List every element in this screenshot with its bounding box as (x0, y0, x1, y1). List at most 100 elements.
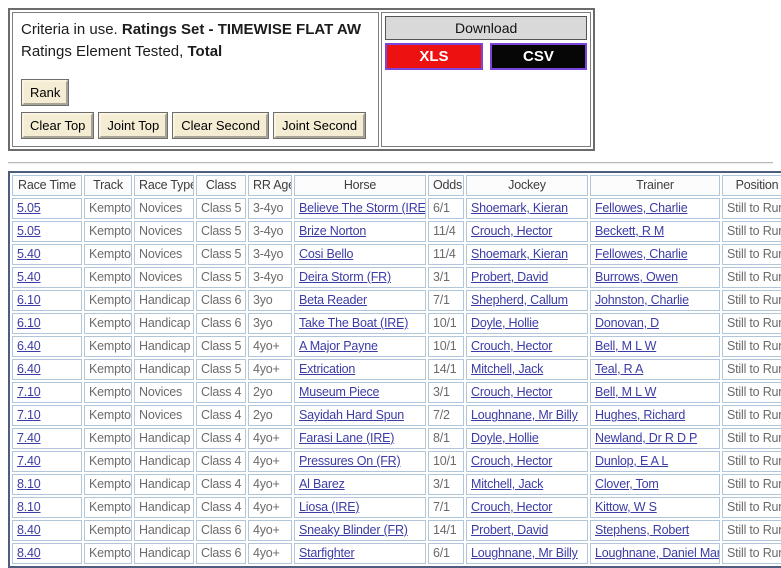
race-time-link[interactable]: 6.40 (17, 339, 41, 353)
jockey-link[interactable]: Shoemark, Kieran (471, 247, 568, 261)
trainer-link[interactable]: Beckett, R M (595, 224, 664, 238)
class-cell: Class 6 (196, 313, 246, 334)
track-cell: Kempton (84, 336, 132, 357)
horse-link[interactable]: Sneaky Blinder (FR) (299, 523, 408, 537)
criteria-line-2: Ratings Element Tested, Total (21, 41, 370, 63)
horse-link-cell: Sayidah Hard Spun (294, 405, 426, 426)
jockey-link[interactable]: Loughnane, Mr Billy (471, 546, 578, 560)
trainer-link[interactable]: Dunlop, E A L (595, 454, 668, 468)
race-time-link[interactable]: 7.40 (17, 454, 41, 468)
jockey-link[interactable]: Loughnane, Mr Billy (471, 408, 578, 422)
jockey-link[interactable]: Crouch, Hector (471, 339, 552, 353)
horse-link[interactable]: Museum Piece (299, 385, 379, 399)
horse-link[interactable]: Extrication (299, 362, 355, 376)
table-row: 6.10KemptonHandicapClass 63yoTake The Bo… (12, 313, 781, 334)
horse-link[interactable]: A Major Payne (299, 339, 378, 353)
race-time-link[interactable]: 7.40 (17, 431, 41, 445)
class-cell: Class 4 (196, 451, 246, 472)
jockey-link[interactable]: Probert, David (471, 270, 548, 284)
trainer-link[interactable]: Loughnane, Daniel Mark (595, 546, 720, 560)
download-buttons: XLS CSV (385, 43, 587, 70)
odds-cell: 10/1 (428, 313, 464, 334)
horse-link[interactable]: Believe The Storm (IRE) (299, 201, 426, 215)
jockey-link[interactable]: Shoemark, Kieran (471, 201, 568, 215)
trainer-link[interactable]: Fellowes, Charlie (595, 201, 687, 215)
rank-button[interactable]: Rank (22, 80, 68, 105)
horse-link[interactable]: Beta Reader (299, 293, 367, 307)
trainer-link[interactable]: Hughes, Richard (595, 408, 685, 422)
race-time-link[interactable]: 5.40 (17, 247, 41, 261)
horse-link[interactable]: Starfighter (299, 546, 354, 560)
race-time-link-cell: 6.40 (12, 359, 82, 380)
horse-link[interactable]: Farasi Lane (IRE) (299, 431, 394, 445)
table-row: 7.40KemptonHandicapClass 44yo+Pressures … (12, 451, 781, 472)
race-time-link-cell: 8.40 (12, 543, 82, 564)
trainer-link[interactable]: Stephens, Robert (595, 523, 689, 537)
trainer-link[interactable]: Teal, R A (595, 362, 643, 376)
horse-link[interactable]: Brize Norton (299, 224, 366, 238)
jockey-link[interactable]: Crouch, Hector (471, 454, 552, 468)
horse-link[interactable]: Deira Storm (FR) (299, 270, 391, 284)
jockey-link[interactable]: Mitchell, Jack (471, 477, 543, 491)
track-cell: Kempton (84, 474, 132, 495)
clear-second-button[interactable]: Clear Second (173, 113, 268, 138)
race-time-link[interactable]: 8.10 (17, 500, 41, 514)
race-time-link[interactable]: 7.10 (17, 408, 41, 422)
horse-link[interactable]: Cosi Bello (299, 247, 353, 261)
rr-age-cell: 3-4yo (248, 221, 292, 242)
clear-joint-button-row: Clear TopJoint TopClear SecondJoint Seco… (21, 113, 370, 138)
race-time-link[interactable]: 6.40 (17, 362, 41, 376)
trainer-link[interactable]: Burrows, Owen (595, 270, 678, 284)
race-time-link[interactable]: 6.10 (17, 293, 41, 307)
race-time-link[interactable]: 8.10 (17, 477, 41, 491)
race-time-link[interactable]: 7.10 (17, 385, 41, 399)
trainer-link[interactable]: Johnston, Charlie (595, 293, 689, 307)
jockey-link[interactable]: Mitchell, Jack (471, 362, 543, 376)
race-time-link[interactable]: 5.05 (17, 224, 41, 238)
trainer-link[interactable]: Fellowes, Charlie (595, 247, 687, 261)
rr-age-cell: 2yo (248, 382, 292, 403)
criteria-panel: Criteria in use. Ratings Set - TIMEWISE … (12, 12, 379, 147)
clear-top-button[interactable]: Clear Top (22, 113, 93, 138)
class-cell: Class 5 (196, 198, 246, 219)
horse-link[interactable]: Liosa (IRE) (299, 500, 359, 514)
trainer-link[interactable]: Bell, M L W (595, 339, 656, 353)
odds-cell: 14/1 (428, 359, 464, 380)
race-time-link[interactable]: 6.10 (17, 316, 41, 330)
horse-link-cell: A Major Payne (294, 336, 426, 357)
race-time-link-cell: 8.40 (12, 520, 82, 541)
race-time-link[interactable]: 8.40 (17, 523, 41, 537)
track-cell: Kempton (84, 221, 132, 242)
horse-link[interactable]: Sayidah Hard Spun (299, 408, 404, 422)
jockey-link[interactable]: Probert, David (471, 523, 548, 537)
trainer-link[interactable]: Donovan, D (595, 316, 659, 330)
horse-link[interactable]: Pressures On (FR) (299, 454, 400, 468)
trainer-link[interactable]: Newland, Dr R D P (595, 431, 697, 445)
rr-age-cell: 4yo+ (248, 428, 292, 449)
jockey-link[interactable]: Doyle, Hollie (471, 316, 539, 330)
odds-cell: 6/1 (428, 543, 464, 564)
joint-second-button[interactable]: Joint Second (274, 113, 365, 138)
download-xls-button[interactable]: XLS (385, 43, 483, 70)
header-trainer: Trainer (590, 175, 720, 196)
race-time-link[interactable]: 5.40 (17, 270, 41, 284)
joint-top-button[interactable]: Joint Top (99, 113, 167, 138)
horse-link[interactable]: Al Barez (299, 477, 345, 491)
jockey-link[interactable]: Crouch, Hector (471, 224, 552, 238)
trainer-link[interactable]: Clover, Tom (595, 477, 659, 491)
jockey-link[interactable]: Doyle, Hollie (471, 431, 539, 445)
trainer-link-cell: Beckett, R M (590, 221, 720, 242)
trainer-link[interactable]: Kittow, W S (595, 500, 657, 514)
race-type-cell: Novices (134, 267, 194, 288)
trainer-link[interactable]: Bell, M L W (595, 385, 656, 399)
jockey-link[interactable]: Crouch, Hector (471, 500, 552, 514)
header-horse: Horse (294, 175, 426, 196)
download-csv-button[interactable]: CSV (490, 43, 588, 70)
jockey-link-cell: Probert, David (466, 267, 588, 288)
jockey-link[interactable]: Shepherd, Callum (471, 293, 568, 307)
download-header: Download (385, 16, 587, 40)
race-time-link[interactable]: 8.40 (17, 546, 41, 560)
race-time-link[interactable]: 5.05 (17, 201, 41, 215)
jockey-link[interactable]: Crouch, Hector (471, 385, 552, 399)
horse-link[interactable]: Take The Boat (IRE) (299, 316, 408, 330)
